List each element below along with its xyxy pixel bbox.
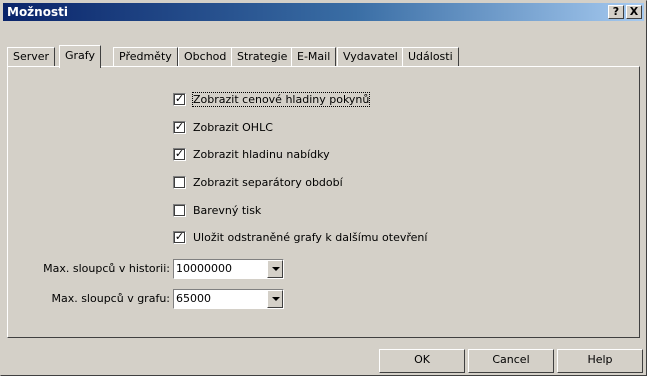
tab-panel-grafy: ✓ Zobrazit cenové hladiny pokynů ✓ Zobra…	[7, 66, 640, 338]
tab-predmety[interactable]: Předměty	[113, 47, 178, 67]
checkbox-save-deleted-charts[interactable]: ✓	[173, 231, 186, 244]
options-dialog: Možnosti ? X Server Grafy Předměty Obcho…	[0, 0, 647, 376]
max-chart-value: 65000	[176, 292, 211, 305]
option-label: Barevný tisk	[193, 204, 262, 217]
tab-udalosti[interactable]: Události	[402, 47, 459, 67]
checkbox-bid-level[interactable]: ✓	[173, 148, 186, 161]
close-icon[interactable]: X	[626, 5, 642, 19]
tab-email[interactable]: E-Mail	[291, 47, 337, 67]
option-label: Zobrazit separátory období	[193, 176, 343, 189]
max-history-combo[interactable]: 10000000	[173, 259, 284, 279]
max-chart-combo[interactable]: 65000	[173, 289, 284, 309]
tab-vydavatel[interactable]: Vydavatel	[337, 47, 404, 67]
chevron-down-icon[interactable]	[267, 290, 283, 308]
option-label: Zobrazit hladinu nabídky	[193, 148, 330, 161]
checkbox-period-separators[interactable]	[173, 176, 186, 189]
help-button[interactable]: Help	[557, 349, 643, 373]
help-icon[interactable]: ?	[608, 5, 624, 19]
tab-server[interactable]: Server	[7, 47, 56, 67]
tab-grafy[interactable]: Grafy	[59, 45, 101, 68]
checkbox-order-price-levels[interactable]: ✓	[173, 93, 186, 106]
option-label: Uložit odstraněné grafy k dalšímu otevře…	[193, 231, 428, 244]
chevron-down-icon[interactable]	[267, 260, 283, 278]
window-title: Možnosti	[7, 5, 68, 19]
checkbox-ohlc[interactable]: ✓	[173, 121, 186, 134]
cancel-button[interactable]: Cancel	[468, 349, 554, 373]
max-chart-label: Max. sloupců v grafu:	[51, 292, 170, 305]
max-history-value: 10000000	[176, 262, 232, 275]
tab-strategie[interactable]: Strategie	[231, 47, 294, 67]
title-bar[interactable]: Možnosti ? X	[3, 3, 644, 21]
option-label: Zobrazit cenové hladiny pokynů	[191, 92, 371, 107]
max-history-label: Max. sloupců v historii:	[43, 262, 170, 275]
tab-obchod[interactable]: Obchod	[178, 47, 233, 67]
ok-button[interactable]: OK	[379, 349, 465, 373]
option-label: Zobrazit OHLC	[193, 121, 273, 134]
checkbox-color-print[interactable]	[173, 204, 186, 217]
